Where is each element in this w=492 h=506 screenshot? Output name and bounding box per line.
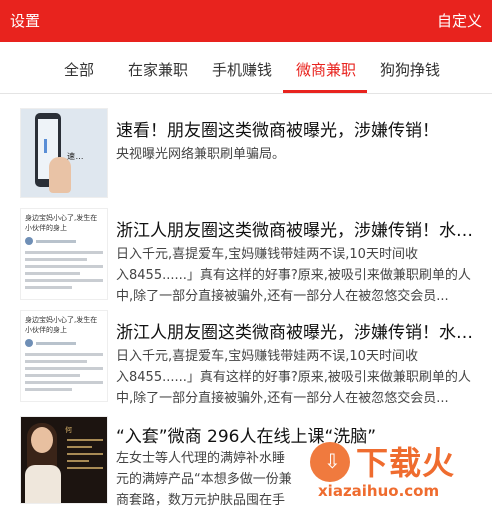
tab-wechat-business[interactable]: 微商兼职 (296, 59, 356, 80)
arrow-down-icon: ⇩ (324, 449, 341, 473)
thumbnail-caption: 速… (67, 152, 84, 161)
article-thumbnail: 速… (20, 108, 108, 198)
site-watermark: ⇩ 下载火 xiazaihuo.com (288, 438, 492, 506)
tab-phone-earn[interactable]: 手机赚钱 (212, 59, 272, 80)
article-title[interactable]: 速看！朋友圈这类微商被曝光，涉嫌传销！ (116, 116, 484, 141)
article-desc: 日入千元,喜提爱车,宝妈赚钱带娃两不误,10天时间收 入8455......」真… (116, 349, 471, 406)
article-desc: 日入千元,喜提爱车,宝妈赚钱带娃两不误,10天时间收 入8455......」真… (116, 247, 471, 304)
top-bar: 设置 自定义 (0, 0, 492, 42)
watermark-title: 下载火 (356, 444, 456, 482)
customize-button[interactable]: 自定义 (437, 10, 482, 31)
thumbnail-tag: 何 (65, 426, 72, 434)
tab-dog-earn[interactable]: 狗狗挣钱 (380, 59, 440, 80)
article-title[interactable]: 浙江人朋友圈这类微商被曝光，涉嫌传销！水军大量… (116, 216, 484, 241)
thumbnail-heading: 身边宝妈小心了,发生在小伙伴的身上 (25, 214, 98, 232)
list-item[interactable]: 身边宝妈小心了,发生在小伙伴的身上 浙江人朋友圈这类微商被曝光，涉嫌传销！水军大… (0, 310, 492, 410)
avatar (25, 339, 33, 347)
article-desc: 左女士等人代理的满婷补水睡 元的满婷产品“本想多做一份兼 商套路，数万元护肤品囤… (116, 451, 292, 506)
list-item[interactable]: 速… 速看！朋友圈这类微商被曝光，涉嫌传销！ 央视曝光网络兼职刷单骗局。 (0, 108, 492, 200)
category-tabs: 全部 在家兼职 手机赚钱 微商兼职 狗狗挣钱 (0, 42, 492, 94)
settings-button[interactable]: 设置 (10, 10, 40, 31)
thumbnail-heading: 身边宝妈小心了,发生在小伙伴的身上 (25, 316, 98, 334)
list-item[interactable]: 身边宝妈小心了,发生在小伙伴的身上 浙江人朋友圈这类微商被曝光，涉嫌传销！水军大… (0, 208, 492, 308)
avatar (25, 237, 33, 245)
article-thumbnail: 何 (20, 416, 108, 504)
article-thumbnail: 身边宝妈小心了,发生在小伙伴的身上 (20, 310, 108, 402)
watermark-url: xiazaihuo.com (318, 482, 440, 500)
article-thumbnail: 身边宝妈小心了,发生在小伙伴的身上 (20, 208, 108, 300)
article-desc: 央视曝光网络兼职刷单骗局。 (116, 147, 286, 162)
active-tab-indicator (283, 90, 367, 93)
tab-home-parttime[interactable]: 在家兼职 (128, 59, 188, 80)
tab-all[interactable]: 全部 (64, 59, 94, 80)
article-title[interactable]: 浙江人朋友圈这类微商被曝光，涉嫌传销！水军大量… (116, 318, 484, 343)
